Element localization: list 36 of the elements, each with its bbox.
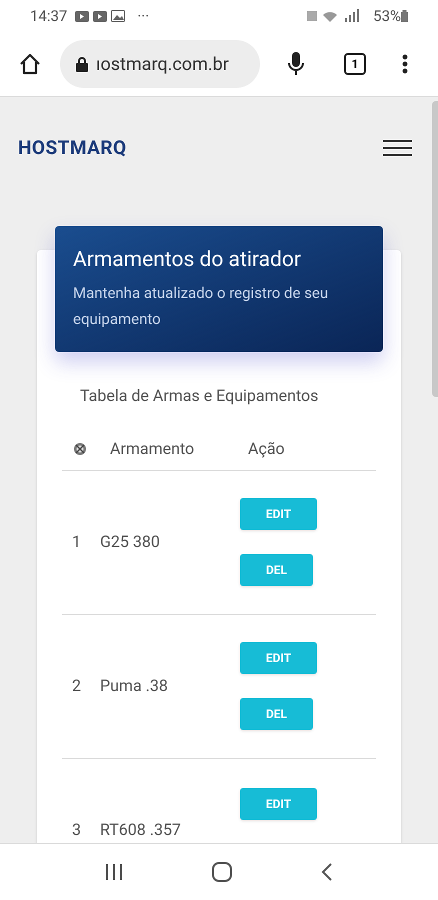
- more-notifications: ···: [137, 6, 150, 27]
- row-index: 2: [72, 675, 82, 697]
- delete-button[interactable]: DEL: [240, 554, 313, 586]
- lock-icon: [76, 56, 88, 72]
- address-bar[interactable]: ıostmarq.com.br: [60, 40, 260, 88]
- url-text: ıostmarq.com.br: [96, 52, 229, 76]
- row-index: 3: [72, 819, 82, 841]
- weapon-name: RT608 .357: [100, 819, 182, 841]
- back-icon[interactable]: [321, 862, 334, 882]
- video-app-icon: [75, 10, 90, 22]
- microphone-icon[interactable]: [288, 52, 304, 76]
- recent-apps-icon[interactable]: [104, 863, 123, 881]
- edit-button[interactable]: EDIT: [240, 642, 317, 674]
- target-icon: [73, 442, 87, 456]
- tab-count-button[interactable]: 1: [344, 53, 366, 75]
- row-index: 1: [72, 531, 82, 553]
- battery-icon: [401, 10, 408, 22]
- site-logo[interactable]: HOSTMARQ: [18, 134, 127, 162]
- card-subtitle: Mantenha atualizado o registro de seu equipamento: [73, 282, 330, 330]
- edit-button[interactable]: EDIT: [240, 498, 317, 530]
- edit-button[interactable]: EDIT: [240, 788, 317, 820]
- weapon-name: G25 380: [100, 531, 161, 553]
- card-title: Armamentos do atirador: [73, 246, 302, 274]
- home-icon[interactable]: [18, 53, 42, 75]
- weapon-name: Puma .38: [100, 675, 169, 697]
- delete-button[interactable]: DEL: [240, 698, 313, 730]
- menu-icon[interactable]: [402, 54, 408, 74]
- video-app-icon: [93, 10, 108, 22]
- status-time: 14:37: [30, 6, 68, 27]
- image-icon: [111, 10, 126, 22]
- home-button-icon[interactable]: [212, 862, 232, 882]
- column-header: Armamento: [110, 438, 196, 460]
- menu-icon[interactable]: [383, 139, 412, 158]
- battery-percent: 53%: [373, 6, 401, 27]
- column-header: Ação: [248, 438, 285, 460]
- table-caption: Tabela de Armas e Equipamentos: [79, 384, 320, 406]
